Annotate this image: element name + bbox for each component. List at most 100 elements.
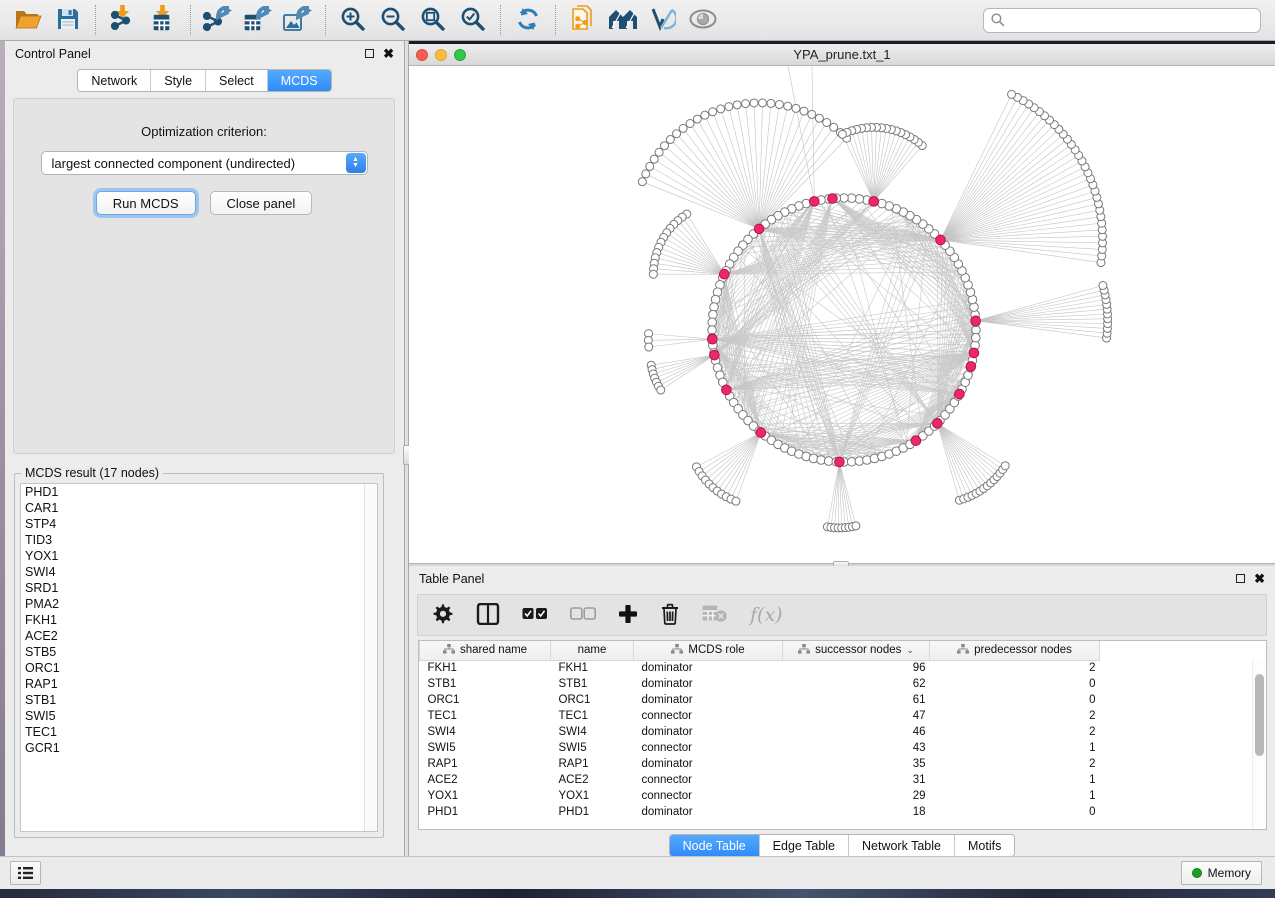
mcds-result-item[interactable]: TEC1 — [21, 724, 377, 740]
tab-select[interactable]: Select — [206, 70, 268, 91]
delete-button[interactable] — [660, 603, 680, 628]
tab-network-table[interactable]: Network Table — [849, 835, 955, 856]
mcds-result-item[interactable]: TID3 — [21, 532, 377, 548]
tab-network[interactable]: Network — [78, 70, 151, 91]
search-input[interactable] — [983, 8, 1261, 33]
tab-motifs[interactable]: Motifs — [955, 835, 1014, 856]
table-row[interactable]: SWI5SWI5connector431 — [420, 740, 1100, 756]
close-panel-button[interactable]: Close panel — [210, 191, 313, 215]
mcds-result-list[interactable]: PHD1CAR1STP4TID3YOX1SWI4SRD1PMA2FKH1ACE2… — [20, 483, 378, 832]
mcds-node[interactable] — [722, 385, 732, 395]
first-neighbors-button[interactable] — [603, 4, 643, 36]
table-cell: SWI5 — [551, 740, 634, 756]
mcds-result-item[interactable]: YOX1 — [21, 548, 377, 564]
task-history-button[interactable] — [10, 861, 41, 885]
mcds-node[interactable] — [810, 197, 820, 207]
mcds-result-item[interactable]: GCR1 — [21, 740, 377, 756]
mcds-result-item[interactable]: SRD1 — [21, 580, 377, 596]
mcds-node[interactable] — [933, 419, 943, 429]
vizmapper-button[interactable] — [643, 4, 683, 36]
mcds-node[interactable] — [754, 224, 764, 234]
mcds-result-item[interactable]: STB1 — [21, 692, 377, 708]
memory-button[interactable]: Memory — [1181, 861, 1262, 885]
mcds-result-item[interactable]: RAP1 — [21, 676, 377, 692]
save-session-button[interactable] — [48, 4, 88, 36]
import-network-button[interactable] — [103, 4, 143, 36]
mcds-node[interactable] — [835, 457, 845, 467]
zoom-out-button[interactable] — [373, 4, 413, 36]
mcds-list-scrollbar[interactable] — [364, 484, 377, 831]
delete-table-button[interactable] — [702, 605, 728, 626]
table-row[interactable]: TEC1TEC1connector472 — [420, 708, 1100, 724]
table-row[interactable]: YOX1YOX1connector291 — [420, 788, 1100, 804]
mcds-node[interactable] — [710, 350, 720, 360]
gear-button[interactable] — [432, 603, 454, 628]
mcds-node[interactable] — [869, 197, 879, 207]
table-row[interactable]: SWI4SWI4dominator462 — [420, 724, 1100, 740]
export-network-button[interactable] — [198, 4, 238, 36]
table-row[interactable]: STB1STB1dominator620 — [420, 676, 1100, 692]
table-row[interactable]: FKH1FKH1dominator962 — [420, 660, 1100, 676]
mcds-node[interactable] — [708, 334, 718, 344]
table-scrollbar-thumb[interactable] — [1255, 674, 1264, 756]
mcds-result-item[interactable]: ORC1 — [21, 660, 377, 676]
zoom-in-button[interactable] — [333, 4, 373, 36]
column-header-name[interactable]: name — [551, 641, 634, 660]
mcds-node[interactable] — [720, 269, 730, 279]
mcds-result-item[interactable]: STP4 — [21, 516, 377, 532]
open-session-button[interactable] — [8, 4, 48, 36]
run-mcds-button[interactable]: Run MCDS — [96, 191, 196, 215]
mcds-result-item[interactable]: SWI5 — [21, 708, 377, 724]
mcds-node[interactable] — [828, 194, 838, 204]
network-graph[interactable] — [409, 66, 1275, 563]
column-header-predecessor-nodes[interactable]: predecessor nodes — [930, 641, 1100, 660]
close-panel-icon[interactable]: ✖ — [1254, 574, 1265, 584]
tab-edge-table[interactable]: Edge Table — [760, 835, 849, 856]
table-row[interactable]: ORC1ORC1dominator610 — [420, 692, 1100, 708]
zoom-fit-button[interactable] — [413, 4, 453, 36]
table-row[interactable]: ACE2ACE2connector311 — [420, 772, 1100, 788]
column-view-button[interactable] — [476, 603, 500, 628]
select-all-button[interactable] — [522, 607, 548, 624]
network-canvas[interactable] — [409, 66, 1275, 563]
refresh-button[interactable] — [508, 4, 548, 36]
mcds-result-item[interactable]: FKH1 — [21, 612, 377, 628]
mcds-result-item[interactable]: PHD1 — [21, 484, 377, 500]
function-builder-button[interactable]: f(x) — [750, 604, 783, 626]
add-column-button[interactable] — [618, 604, 638, 627]
mcds-node[interactable] — [936, 235, 946, 245]
mcds-node[interactable] — [756, 428, 766, 438]
mcds-result-item[interactable]: SWI4 — [21, 564, 377, 580]
column-header-successor-nodes[interactable]: successor nodes⌄ — [783, 641, 930, 660]
mcds-node[interactable] — [971, 316, 981, 326]
mcds-result-item[interactable]: ACE2 — [21, 628, 377, 644]
close-panel-icon[interactable]: ✖ — [383, 49, 394, 59]
graphics-details-button[interactable] — [683, 4, 723, 36]
table-row[interactable]: PHD1PHD1dominator180 — [420, 804, 1100, 820]
zoom-selected-button[interactable] — [453, 4, 493, 36]
network-node[interactable] — [971, 333, 980, 342]
tab-style[interactable]: Style — [151, 70, 206, 91]
mcds-node[interactable] — [966, 362, 976, 372]
column-header-MCDS-role[interactable]: MCDS role — [634, 641, 783, 660]
table-scrollbar[interactable] — [1252, 660, 1266, 829]
mcds-result-item[interactable]: PMA2 — [21, 596, 377, 612]
mcds-node[interactable] — [911, 436, 921, 446]
network-from-selection-button[interactable] — [563, 4, 603, 36]
deselect-all-button[interactable] — [570, 607, 596, 624]
mcds-node[interactable] — [955, 389, 965, 399]
criterion-select[interactable]: largest connected component (undirected)… — [41, 151, 368, 175]
mcds-node[interactable] — [969, 348, 979, 358]
export-table-button[interactable] — [238, 4, 278, 36]
tab-node-table[interactable]: Node Table — [670, 835, 760, 856]
tab-mcds[interactable]: MCDS — [268, 70, 331, 91]
mcds-result-item[interactable]: CAR1 — [21, 500, 377, 516]
float-panel-icon[interactable] — [1236, 574, 1245, 583]
export-image-button[interactable] — [278, 4, 318, 36]
mcds-result-item[interactable]: STB5 — [21, 644, 377, 660]
table-row[interactable]: RAP1RAP1dominator352 — [420, 756, 1100, 772]
import-table-button[interactable] — [143, 4, 183, 36]
float-panel-icon[interactable] — [365, 49, 374, 58]
column-header-shared-name[interactable]: shared name — [420, 641, 551, 660]
network-window-titlebar[interactable]: YPA_prune.txt_1 — [409, 44, 1275, 66]
